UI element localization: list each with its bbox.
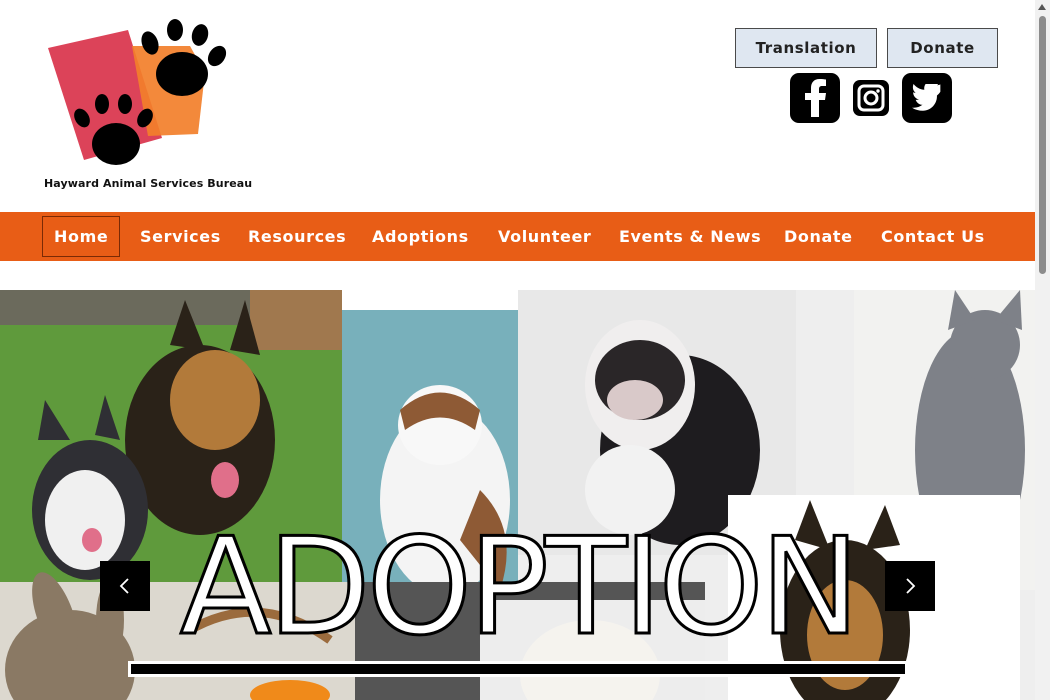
hero-title: ADOPTION [178,520,861,665]
donate-button[interactable]: Donate [887,28,998,68]
carousel-prev-button[interactable] [100,561,150,611]
translation-button[interactable]: Translation [735,28,877,68]
nav-item-adoptions[interactable]: Adoptions [372,212,469,261]
scroll-up-icon[interactable] [1038,4,1046,10]
main-nav: Home Services Resources Adoptions Volunt… [0,212,1035,261]
page-scrollbar[interactable] [1035,0,1050,700]
nav-item-volunteer[interactable]: Volunteer [498,212,591,261]
nav-item-resources[interactable]: Resources [248,212,346,261]
facebook-icon[interactable] [790,73,840,123]
brand-name: Hayward Animal Services Bureau [44,177,253,190]
nav-item-contact-us[interactable]: Contact Us [881,212,985,261]
nav-item-services[interactable]: Services [140,212,221,261]
carousel-next-button[interactable] [885,561,935,611]
scrollbar-thumb[interactable] [1039,16,1046,274]
chevron-right-icon [906,578,916,594]
chevron-left-icon [119,578,129,594]
logo[interactable] [40,18,240,193]
hero-title-underline [128,661,908,677]
nav-item-events-news[interactable]: Events & News [619,212,761,261]
nav-item-donate[interactable]: Donate [784,212,853,261]
twitter-icon[interactable] [902,73,952,123]
instagram-icon[interactable] [853,80,889,116]
nav-item-home[interactable]: Home [42,216,121,257]
